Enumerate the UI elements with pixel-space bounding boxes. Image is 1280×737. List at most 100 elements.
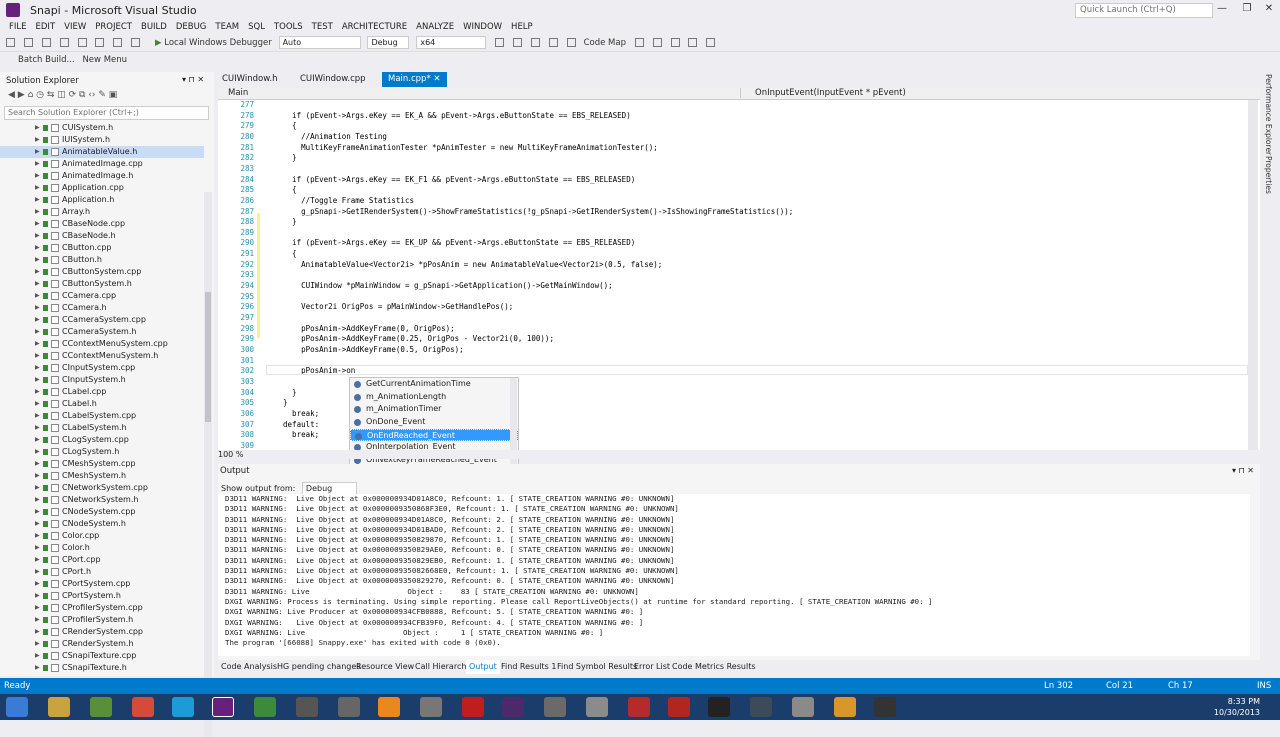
app-icon[interactable] — [792, 697, 814, 717]
app-icon[interactable] — [586, 697, 608, 717]
expand-arrow-icon[interactable]: ▶ — [35, 650, 40, 662]
app-icon[interactable] — [296, 697, 318, 717]
menu-view[interactable]: VIEW — [64, 20, 86, 34]
tree-item[interactable]: ▶ CNodeSystem.h — [0, 518, 204, 530]
code-line[interactable]: } — [274, 398, 288, 407]
step-into-icon[interactable] — [548, 38, 558, 47]
code-line[interactable]: pPosAnim->AddKeyFrame(0.25, OrigPos - Ve… — [274, 334, 554, 343]
solution-scrollbar[interactable] — [204, 192, 212, 737]
undo-icon[interactable] — [113, 38, 123, 47]
configuration-select[interactable]: Debug — [367, 36, 410, 49]
tree-item[interactable]: ▶ AnimatedImage.h — [0, 170, 204, 182]
steam-icon[interactable] — [750, 697, 772, 717]
code-line[interactable]: if (pEvent->Args.eKey == EK_A && pEvent-… — [274, 111, 631, 120]
expand-arrow-icon[interactable]: ▶ — [35, 566, 40, 578]
code-map-button[interactable]: Code Map — [584, 35, 626, 51]
expand-arrow-icon[interactable]: ▶ — [35, 230, 40, 242]
tree-item[interactable]: ▶ CContextMenuSystem.h — [0, 350, 204, 362]
code-line[interactable]: } — [274, 153, 297, 162]
open-icon[interactable] — [59, 38, 69, 47]
menu-team[interactable]: TEAM — [215, 20, 239, 34]
tree-item[interactable]: ▶ CLabel.h — [0, 398, 204, 410]
expand-arrow-icon[interactable]: ▶ — [35, 362, 40, 374]
expand-arrow-icon[interactable]: ▶ — [35, 410, 40, 422]
new-project-icon[interactable] — [41, 38, 51, 47]
intellisense-item[interactable]: OnDone_Event — [350, 416, 518, 429]
expand-arrow-icon[interactable]: ▶ — [35, 470, 40, 482]
restart-icon[interactable] — [530, 38, 540, 47]
output-window-controls[interactable]: ▾ ⊓ ✕ — [1232, 466, 1254, 475]
code-line[interactable]: { — [274, 121, 297, 130]
start-debugging-button[interactable]: ▶ Local Windows Debugger — [155, 35, 272, 51]
tree-item[interactable]: ▶ CLabelSystem.cpp — [0, 410, 204, 422]
tree-item[interactable]: ▶ CPort.cpp — [0, 554, 204, 566]
expand-arrow-icon[interactable]: ▶ — [35, 158, 40, 170]
tree-item[interactable]: ▶ IUISystem.h — [0, 134, 204, 146]
tree-item[interactable]: ▶ CSnapiTexture.h — [0, 662, 204, 674]
bottom-tab[interactable]: Call Hierarchy — [412, 660, 474, 674]
document-tab[interactable]: CUIWindow.h — [216, 72, 284, 87]
save-all-icon[interactable] — [95, 38, 105, 47]
bottom-tab[interactable]: Find Results 1 — [498, 660, 559, 674]
code-line[interactable]: { — [274, 249, 297, 258]
code-line[interactable]: break; — [274, 430, 319, 439]
expand-arrow-icon[interactable]: ▶ — [35, 482, 40, 494]
tree-item[interactable]: ▶ CLogSystem.cpp — [0, 434, 204, 446]
menu-analyze[interactable]: ANALYZE — [416, 20, 454, 34]
tree-item[interactable]: ▶ CCameraSystem.h — [0, 326, 204, 338]
expand-arrow-icon[interactable]: ▶ — [35, 602, 40, 614]
expand-arrow-icon[interactable]: ▶ — [35, 266, 40, 278]
tree-item[interactable]: ▶ Application.cpp — [0, 182, 204, 194]
menu-build[interactable]: BUILD — [141, 20, 167, 34]
tree-item[interactable]: ▶ CSnapiTexture.cpp — [0, 650, 204, 662]
expand-arrow-icon[interactable]: ▶ — [35, 374, 40, 386]
stop-icon[interactable] — [513, 38, 523, 47]
code-line[interactable]: CUIWindow *pMainWindow = g_pSnapi->GetAp… — [274, 281, 613, 290]
tree-item[interactable]: ▶ CNetworkSystem.h — [0, 494, 204, 506]
document-tab[interactable]: Main.cpp* ✕ — [382, 72, 447, 87]
zoom-level[interactable]: 100 % — [218, 450, 243, 459]
explorer-icon[interactable] — [48, 697, 70, 717]
performance-explorer-tab[interactable]: Performance Explorer — [1264, 74, 1273, 155]
pin-icon[interactable]: ▾ ⊓ ✕ — [182, 75, 204, 84]
tree-item[interactable]: ▶ CUISystem.h — [0, 122, 204, 134]
app-icon[interactable] — [462, 697, 484, 717]
platform-select[interactable]: x64 — [416, 36, 487, 49]
terminal-icon[interactable] — [708, 697, 730, 717]
tree-item[interactable]: ▶ CCamera.cpp — [0, 290, 204, 302]
expand-arrow-icon[interactable]: ▶ — [35, 614, 40, 626]
expand-arrow-icon[interactable]: ▶ — [35, 326, 40, 338]
solution-search-input[interactable]: Search Solution Explorer (Ctrl+;) — [4, 106, 209, 120]
code-line[interactable]: } — [274, 217, 297, 226]
close-tab-icon[interactable]: ✕ — [433, 74, 440, 84]
expand-arrow-icon[interactable]: ▶ — [35, 554, 40, 566]
tree-item[interactable]: ▶ CButton.h — [0, 254, 204, 266]
tree-item[interactable]: ▶ CBaseNode.h — [0, 230, 204, 242]
tree-item[interactable]: ▶ CContextMenuSystem.cpp — [0, 338, 204, 350]
app-icon[interactable] — [338, 697, 360, 717]
expand-arrow-icon[interactable]: ▶ — [35, 434, 40, 446]
code-line[interactable]: MultiKeyFrameAnimationTester *pAnimTeste… — [274, 143, 658, 152]
tree-item[interactable]: ▶ CRenderSystem.cpp — [0, 626, 204, 638]
debug-mode-select[interactable]: Auto — [278, 36, 361, 49]
expand-arrow-icon[interactable]: ▶ — [35, 386, 40, 398]
bottom-tab[interactable]: HG pending changes — [274, 660, 363, 674]
tree-item[interactable]: ▶ CRenderSystem.h — [0, 638, 204, 650]
output-text[interactable]: D3D11 WARNING: Live Object at 0x00000093… — [218, 494, 1250, 656]
expand-arrow-icon[interactable]: ▶ — [35, 506, 40, 518]
expand-arrow-icon[interactable]: ▶ — [35, 302, 40, 314]
redo-icon[interactable] — [131, 38, 141, 47]
expand-arrow-icon[interactable]: ▶ — [35, 626, 40, 638]
expand-arrow-icon[interactable]: ▶ — [35, 146, 40, 158]
menu-edit[interactable]: EDIT — [36, 20, 56, 34]
expand-arrow-icon[interactable]: ▶ — [35, 182, 40, 194]
tree-item[interactable]: ▶ CLogSystem.h — [0, 446, 204, 458]
expand-arrow-icon[interactable]: ▶ — [35, 398, 40, 410]
expand-arrow-icon[interactable]: ▶ — [35, 578, 40, 590]
filezilla-icon[interactable] — [668, 697, 690, 717]
expand-arrow-icon[interactable]: ▶ — [35, 338, 40, 350]
tree-item[interactable]: ▶ Array.h — [0, 206, 204, 218]
vlc-icon[interactable] — [378, 697, 400, 717]
code-line[interactable]: default: — [274, 420, 319, 429]
tree-item[interactable]: ▶ CCamera.h — [0, 302, 204, 314]
